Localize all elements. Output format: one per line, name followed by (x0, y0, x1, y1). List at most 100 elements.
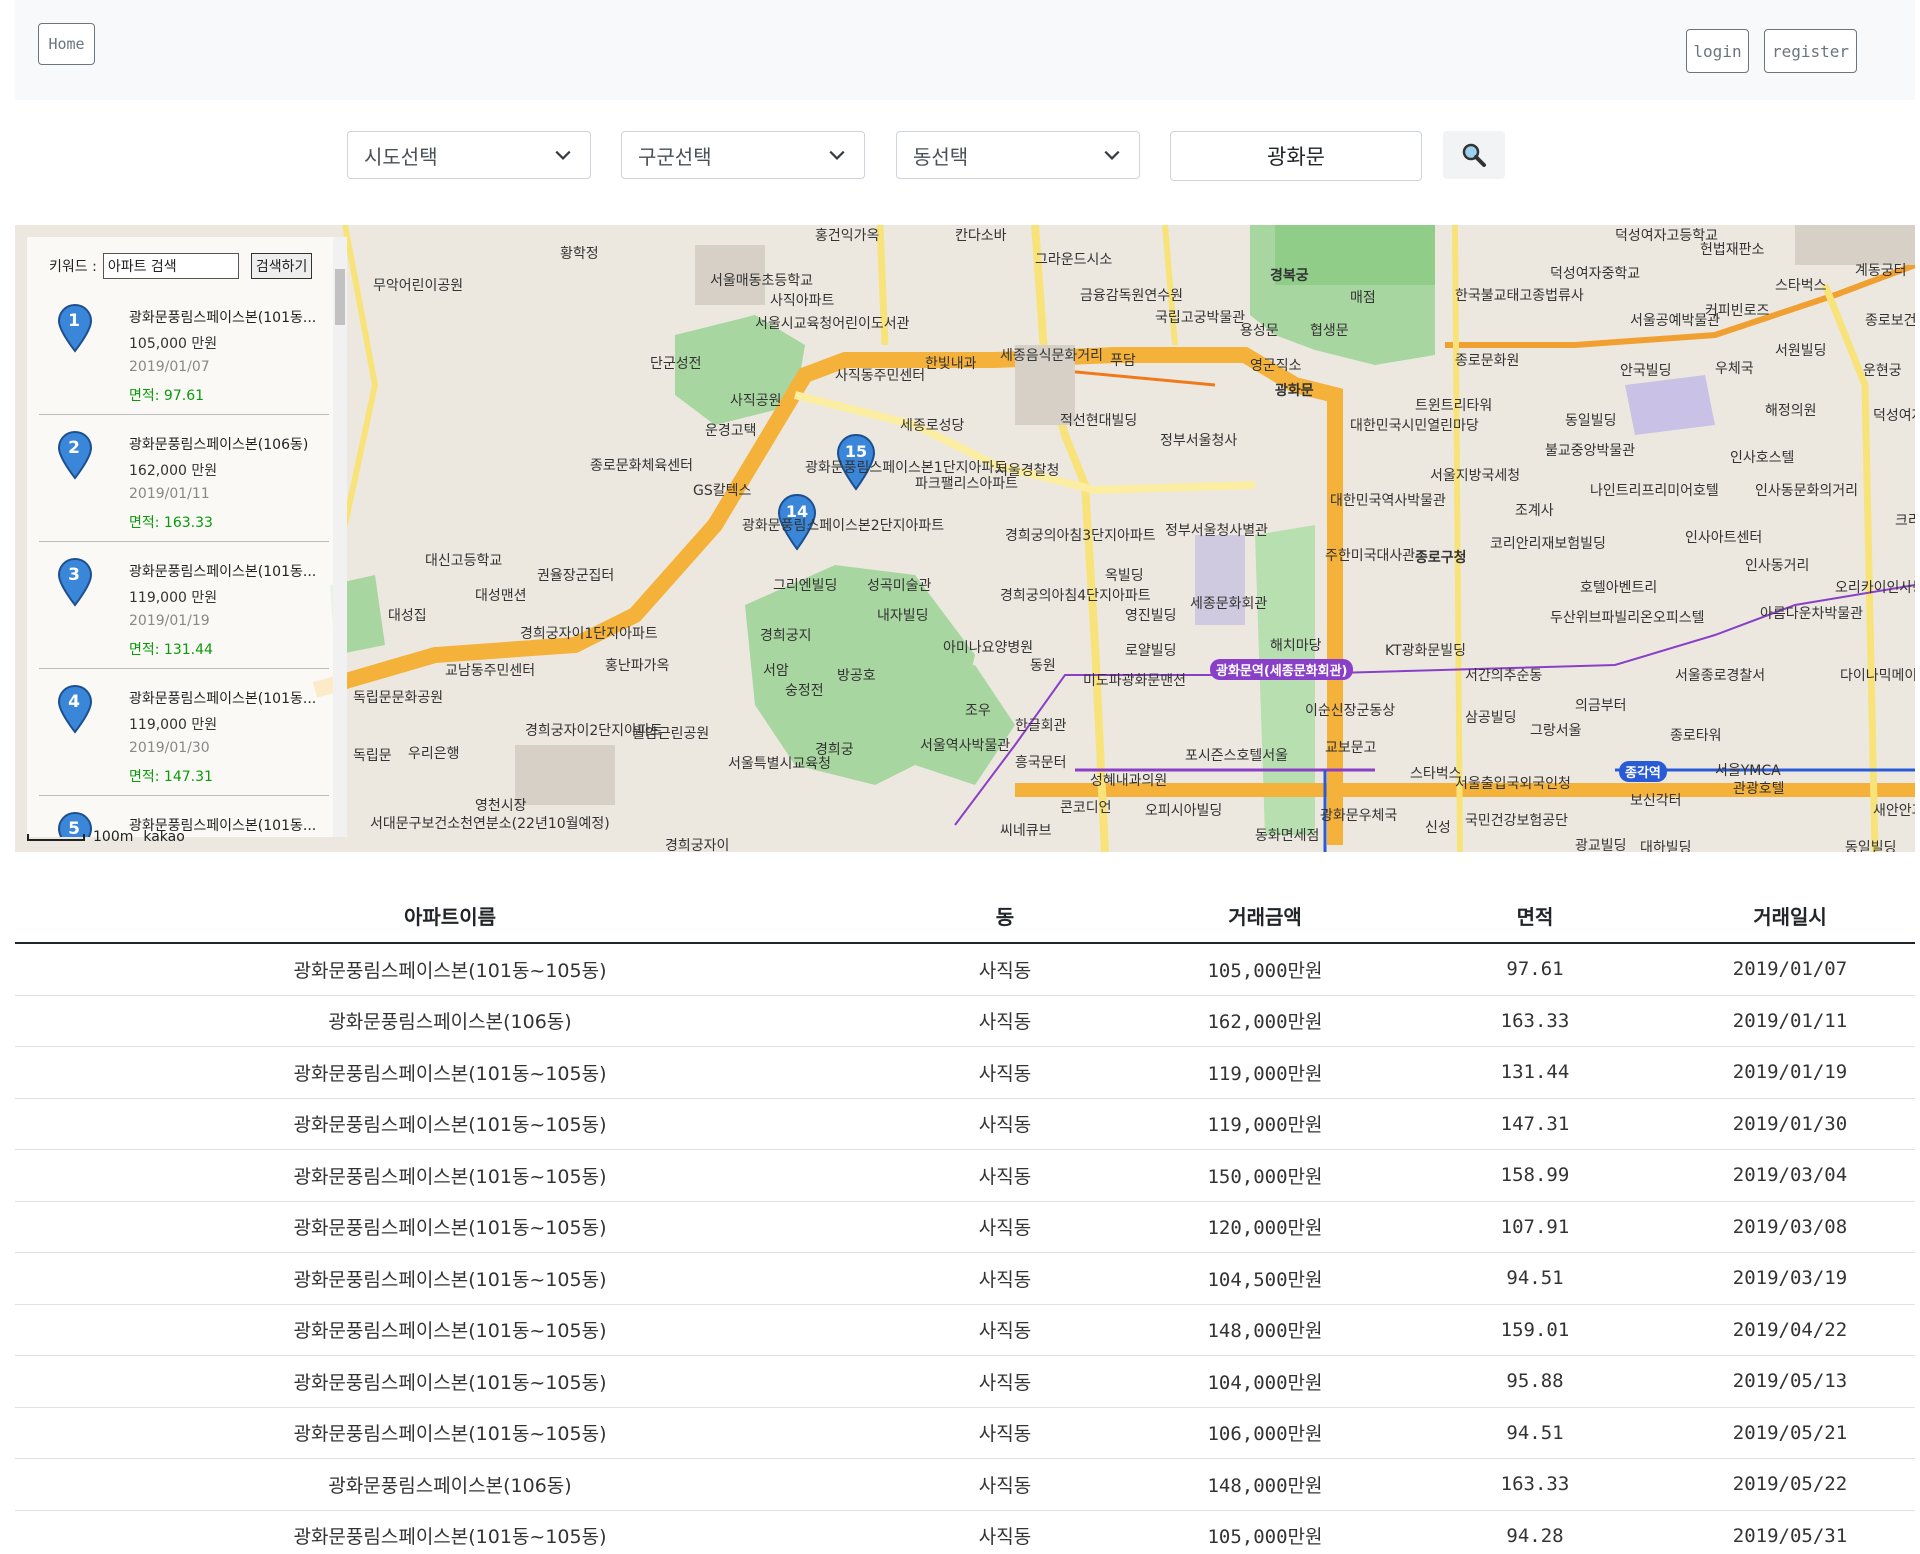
table-row[interactable]: 광화문풍림스페이스본(101동~105동) 사직동 105,000만원 94.28 20… (15, 1511, 1915, 1554)
search-button[interactable] (1443, 131, 1505, 179)
map-label: 운경고택 (705, 423, 757, 439)
apartment-name-cell: 광화문풍림스페이스본(101동~105동) (293, 1371, 607, 1394)
map-keyword-input[interactable]: 아파트 검색 (102, 253, 239, 279)
map-label: 협생문 (1310, 323, 1349, 339)
apartment-name-cell: 광화문풍림스페이스본(101동~105동) (293, 1268, 607, 1291)
map-label: 광화문 (1275, 383, 1314, 399)
map-label: 한글회관 (1015, 718, 1067, 734)
map-label: 의금부터 (1575, 698, 1627, 714)
price-cell: 106,000만원 (1207, 1423, 1323, 1446)
apartment-name-cell: 광화문풍림스페이스본(106동) (328, 1474, 572, 1497)
map-label: 교남동주민센터 (445, 663, 536, 679)
map-label: 콘코디언 (1060, 800, 1112, 816)
map-label: 스타벅스 (1410, 766, 1462, 782)
list-item[interactable]: 4 광화문풍림스페이스본(101동... 119,000 만원 2019/01/… (39, 670, 329, 796)
map-label: 교보문고 (1325, 740, 1377, 756)
login-button[interactable]: login (1686, 29, 1749, 73)
home-button[interactable]: Home (38, 23, 95, 65)
price-cell: 150,000만원 (1207, 1165, 1323, 1188)
places-list-panel[interactable]: 키워드 : 아파트 검색 검색하기 1 광화문풍림스페이스본(101동... 1… (27, 237, 347, 837)
map-label: 국민건강보험공단 (1465, 813, 1569, 829)
table-row[interactable]: 광화문풍림스페이스본(101동~105동) 사직동 106,000만원 94.51 20… (15, 1408, 1915, 1459)
map-label: 광화문풍림스페이스본2단지아파트 (742, 518, 945, 534)
marker-number: 1 (68, 311, 80, 331)
map-label: 매점 (1350, 290, 1376, 306)
gugun-select-label: 구군선택 (638, 144, 712, 169)
map-label: 동원 (1030, 658, 1056, 674)
map-label: 씨네큐브 (1000, 823, 1052, 839)
table-row[interactable]: 광화문풍림스페이스본(101동~105동) 사직동 150,000만원 158.99 2… (15, 1150, 1915, 1202)
register-button[interactable]: register (1764, 29, 1857, 73)
map-label: 대한민국역사박물관 (1330, 493, 1446, 509)
table-row[interactable]: 광화문풍림스페이스본(101동~105동) 사직동 104,500만원 94.51 20… (15, 1253, 1915, 1305)
dong-cell: 사직동 (978, 1114, 1032, 1137)
date-cell: 2019/05/31 (1732, 1524, 1848, 1547)
map-label: 운현궁 (1863, 363, 1902, 379)
dong-cell: 사직동 (978, 1526, 1032, 1549)
table-row[interactable]: 광화문풍림스페이스본(101동~105동) 사직동 148,000만원 159.01 2… (15, 1305, 1915, 1356)
map-label: 한국불교태고종법류사 (1455, 288, 1584, 304)
map-label: 로얄빌딩 (1125, 643, 1177, 659)
dong-cell: 사직동 (978, 959, 1032, 982)
price-cell: 105,000만원 (1207, 1526, 1323, 1549)
table-row[interactable]: 광화문풍림스페이스본(101동~105동) 사직동 105,000만원 97.61 20… (15, 944, 1915, 996)
map-label: 종로문화체육센터 (590, 458, 694, 474)
dong-cell: 사직동 (978, 1165, 1032, 1188)
list-item[interactable]: 3 광화문풍림스페이스본(101동... 119,000 만원 2019/01/… (39, 543, 329, 669)
map-label: 내자빌딩 (877, 608, 929, 624)
map-label: 트윈트리타워 (1415, 398, 1493, 414)
map-label: 대하빌딩 (1640, 840, 1692, 852)
list-item[interactable]: 2 광화문풍림스페이스본(106동) 162,000 만원 2019/01/11… (39, 416, 329, 542)
sido-select[interactable]: 시도선택 (347, 131, 591, 179)
area-cell: 147.31 (1500, 1112, 1570, 1135)
date-cell: 2019/05/22 (1732, 1473, 1848, 1496)
table-row[interactable]: 광화문풍림스페이스본(106동) 사직동 162,000만원 163.33 2019/0… (15, 996, 1915, 1047)
gugun-select[interactable]: 구군선택 (621, 131, 865, 179)
map-label: 서울경찰청 (995, 463, 1060, 479)
map-label: 금융감독원연수원 (1080, 288, 1184, 304)
table-row[interactable]: 광화문풍림스페이스본(101동~105동) 사직동 119,000만원 131.44 2… (15, 1047, 1915, 1099)
kakao-map[interactable]: 15 14 홍건익가옥 칸다소바 그라운드시소 황학정 서울매동초등학교 무악어… (15, 225, 1915, 852)
price-cell: 119,000만원 (1207, 1114, 1323, 1137)
table-row[interactable]: 광화문풍림스페이스본(106동) 사직동 148,000만원 163.33 2019/0… (15, 1459, 1915, 1511)
map-label: 경희궁지 (760, 628, 812, 644)
map-label: 칸다소바 (955, 228, 1007, 244)
sido-select-label: 시도선택 (364, 144, 438, 169)
map-label: 해정의원 (1765, 403, 1817, 419)
map-label: 무악어린이공원 (373, 278, 464, 294)
map-label: 용성문 (1240, 323, 1279, 339)
table-row[interactable]: 광화문풍림스페이스본(101동~105동) 사직동 120,000만원 107.91 2… (15, 1202, 1915, 1253)
area-cell: 95.88 (1506, 1370, 1564, 1393)
place-price: 162,000 만원 (129, 463, 218, 479)
map-search-button[interactable]: 검색하기 (250, 253, 313, 279)
table-row[interactable]: 광화문풍림스페이스본(101동~105동) 사직동 104,000만원 95.88 20… (15, 1356, 1915, 1408)
scrollbar-thumb[interactable] (335, 269, 345, 325)
date-cell: 2019/01/30 (1732, 1112, 1848, 1135)
map-label: 호텔아벤트리 (1580, 580, 1658, 596)
list-item[interactable]: 1 광화문풍림스페이스본(101동... 105,000 만원 2019/01/… (39, 289, 329, 415)
map-label: 세종로성당 (900, 418, 965, 434)
dong-select[interactable]: 동선택 (896, 131, 1140, 179)
area-cell: 107.91 (1500, 1215, 1570, 1238)
search-icon (1462, 143, 1486, 167)
map-label: 그라운드시소 (1035, 252, 1113, 268)
kakao-logo: kakao (143, 829, 185, 845)
column-header: 거래일시 (1753, 904, 1827, 929)
list-scrollbar[interactable] (333, 237, 347, 837)
keyword-search-input[interactable] (1170, 131, 1422, 181)
map-label: 안국빌딩 (1620, 363, 1672, 379)
area-cell: 94.51 (1506, 1421, 1564, 1444)
place-price: 105,000 만원 (129, 336, 218, 352)
date-cell: 2019/03/19 (1732, 1267, 1848, 1290)
area-cell: 94.51 (1506, 1267, 1564, 1290)
map-label: 덕성여자중학교 (1550, 266, 1641, 282)
column-header: 거래금액 (1228, 904, 1302, 929)
map-label: 종로문화원 (1455, 353, 1520, 369)
table-row[interactable]: 광화문풍림스페이스본(101동~105동) 사직동 119,000만원 147.31 2… (15, 1099, 1915, 1150)
map-label: 성곡미술관 (867, 578, 932, 594)
place-date: 2019/01/30 (129, 740, 210, 756)
keyword-label: 키워드 : (49, 259, 97, 275)
map-label: 크리 (1895, 513, 1915, 529)
marker-number: 3 (68, 565, 80, 585)
dong-cell: 사직동 (978, 1320, 1032, 1343)
